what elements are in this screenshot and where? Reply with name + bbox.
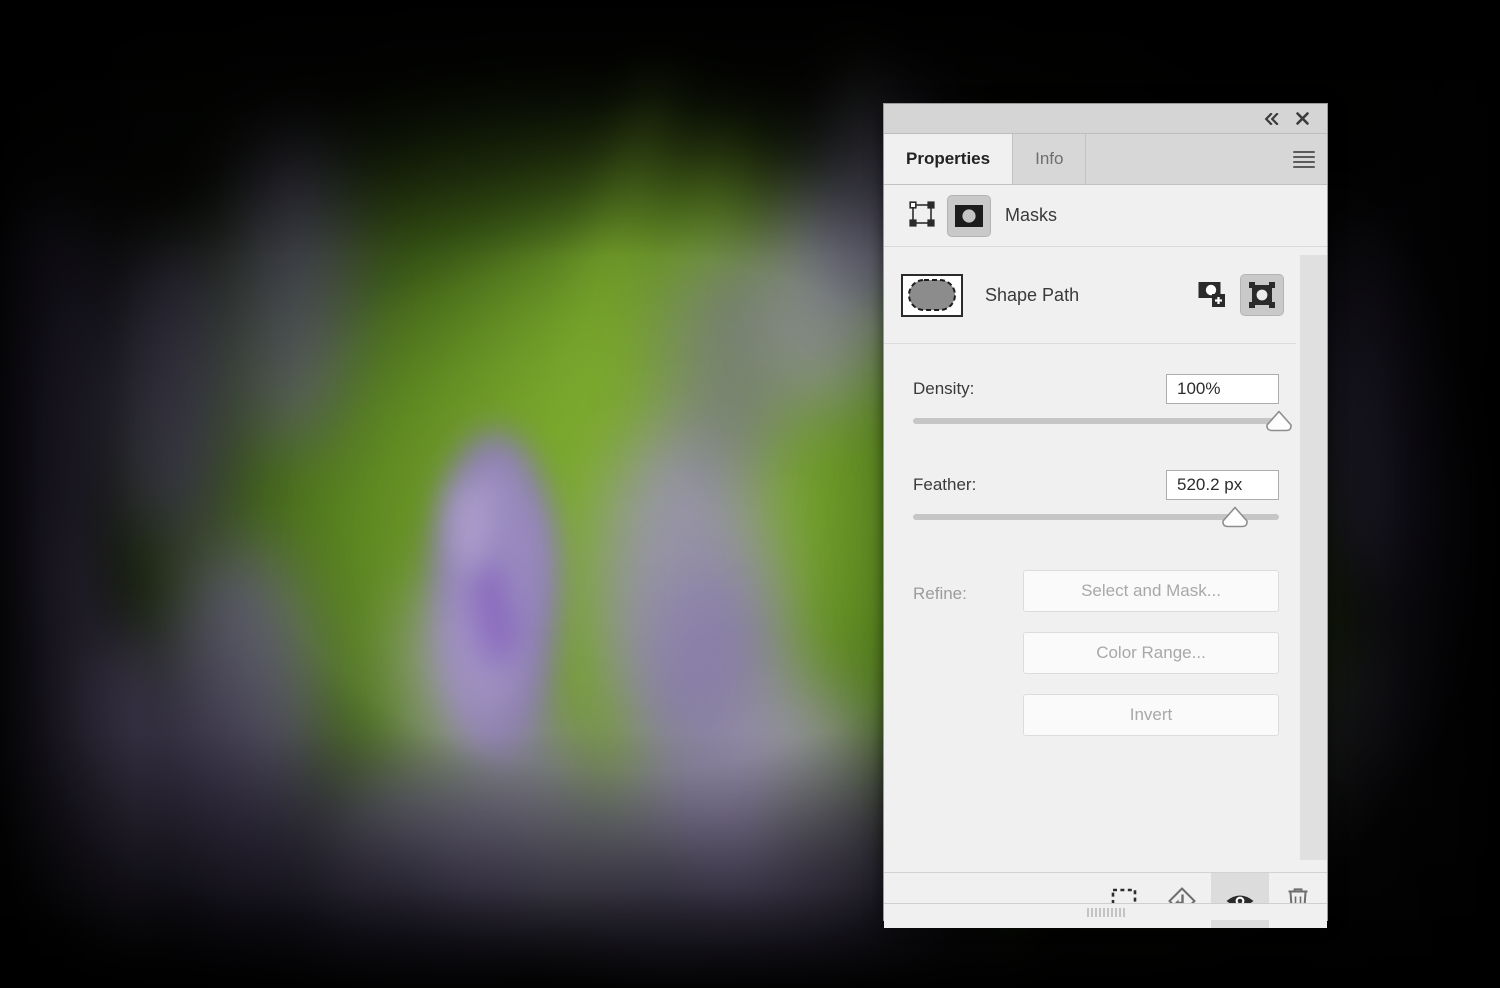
shape-path-thumbnail[interactable]: [901, 274, 963, 317]
add-vector-mask-button[interactable]: [1240, 274, 1284, 316]
panel-titlebar: [884, 104, 1327, 134]
panel-content: Shape Path: [884, 247, 1296, 756]
mask-layer-row[interactable]: Shape Path: [884, 247, 1296, 344]
double-chevron-left-icon: [1264, 113, 1280, 125]
invert-button[interactable]: Invert: [1023, 694, 1279, 736]
close-panel-button[interactable]: [1287, 106, 1317, 132]
tab-properties-label: Properties: [906, 149, 990, 169]
feather-value: 520.2 px: [1177, 475, 1242, 495]
panel-menu-button[interactable]: [1281, 134, 1327, 184]
tab-info[interactable]: Info: [1013, 134, 1086, 184]
panel-tab-strip: Properties Info: [884, 134, 1327, 185]
density-label: Density:: [913, 379, 974, 399]
close-icon: [1295, 111, 1310, 126]
resize-grip[interactable]: [884, 903, 1327, 920]
pixel-mask-mode-button[interactable]: [947, 195, 991, 237]
density-slider-track[interactable]: [913, 418, 1279, 424]
shape-path-thumbnail-icon: [905, 277, 959, 313]
color-range-button[interactable]: Color Range...: [1023, 632, 1279, 674]
pixel-mask-icon: [954, 204, 984, 228]
panel-body: Shape Path: [884, 247, 1327, 872]
density-input[interactable]: 100%: [1166, 374, 1279, 404]
mask-layer-actions: [1198, 274, 1284, 316]
tab-properties[interactable]: Properties: [884, 134, 1013, 184]
masks-header-row: Masks: [884, 185, 1327, 247]
spacer-after-layer-row: [884, 344, 1296, 372]
feather-slider-handle[interactable]: [1221, 506, 1249, 528]
feather-control: Feather: 520.2 px: [884, 468, 1296, 520]
collapse-to-icons-button[interactable]: [1257, 106, 1287, 132]
feather-label: Feather:: [913, 475, 976, 495]
density-slider-handle[interactable]: [1265, 410, 1293, 432]
density-control: Density: 100%: [884, 372, 1296, 424]
select-and-mask-label: Select and Mask...: [1081, 581, 1221, 601]
tab-strip-filler: [1086, 134, 1281, 184]
density-value: 100%: [1177, 379, 1220, 399]
vector-mask-icon: [1248, 281, 1276, 309]
panel-menu-hamburger-icon: [1293, 148, 1315, 171]
masks-title: Masks: [1005, 205, 1057, 226]
vertical-scrollbar[interactable]: [1300, 255, 1327, 860]
refine-buttons: Select and Mask... Color Range... Invert: [1023, 570, 1279, 756]
vector-path-icon: [907, 199, 937, 229]
feather-input[interactable]: 520.2 px: [1166, 470, 1279, 500]
slider-handle-icon: [1265, 410, 1293, 432]
refine-label: Refine:: [913, 570, 1023, 756]
vector-path-mode-button[interactable]: [907, 199, 937, 233]
refine-section: Refine: Select and Mask... Color Range..…: [884, 564, 1296, 756]
mask-layer-label: Shape Path: [985, 285, 1079, 306]
add-pixel-mask-button[interactable]: [1198, 281, 1228, 309]
add-pixel-mask-icon: [1198, 281, 1228, 309]
properties-panel: Properties Info Masks: [883, 103, 1328, 921]
tab-info-label: Info: [1035, 149, 1063, 169]
invert-label: Invert: [1130, 705, 1173, 725]
feather-slider-track[interactable]: [913, 514, 1279, 520]
spacer-between-sliders: [884, 424, 1296, 468]
slider-handle-icon: [1221, 506, 1249, 528]
color-range-label: Color Range...: [1096, 643, 1206, 663]
select-and-mask-button[interactable]: Select and Mask...: [1023, 570, 1279, 612]
